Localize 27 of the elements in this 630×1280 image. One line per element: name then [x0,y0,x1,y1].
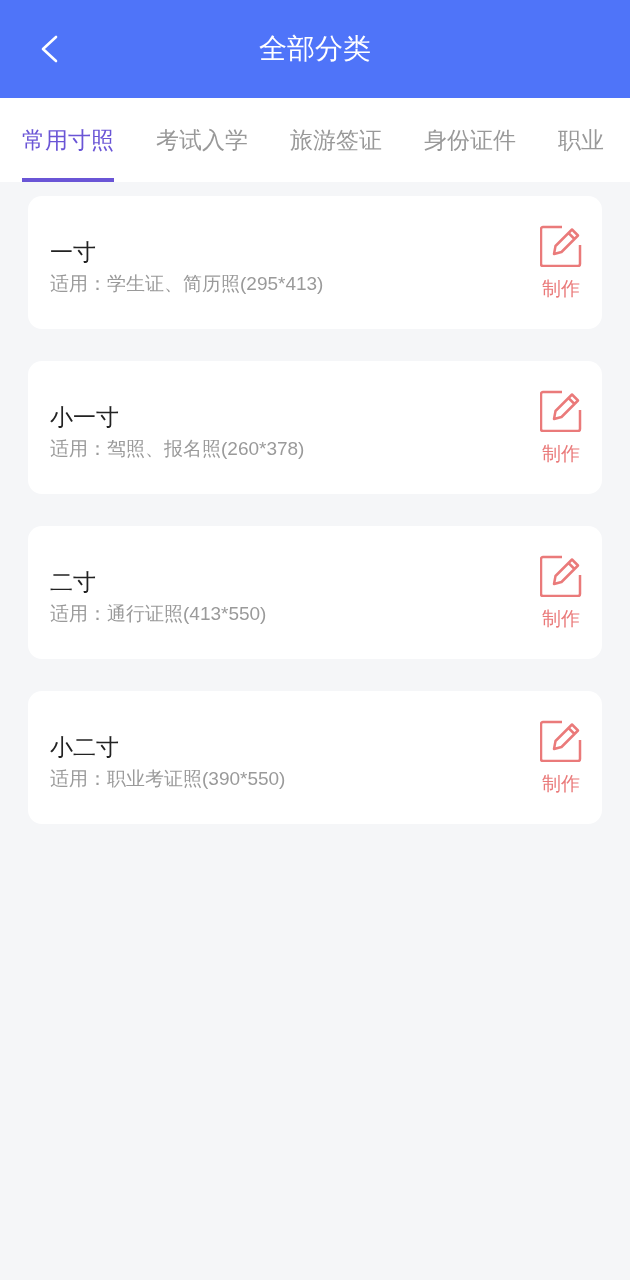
make-button[interactable]: 制作 [540,224,582,301]
category-tab[interactable]: 身份证件 [424,98,516,182]
page-title: 全部分类 [259,35,371,63]
category-tab[interactable]: 常用寸照 [22,98,114,182]
size-description: 适用：驾照、报名照(260*378) [50,436,305,461]
photo-size-card[interactable]: 二寸 适用：通行证照(413*550) 制作 [28,526,602,659]
category-tab[interactable]: 旅游签证 [290,98,382,182]
make-button[interactable]: 制作 [540,554,582,631]
photo-size-card[interactable]: 一寸 适用：学生证、简历照(295*413) 制作 [28,196,602,329]
category-tab[interactable]: 职业 [558,98,604,182]
edit-icon [540,224,582,267]
size-title: 小二寸 [50,732,120,762]
edit-icon [540,389,582,432]
photo-size-card[interactable]: 小一寸 适用：驾照、报名照(260*378) 制作 [28,361,602,494]
back-chevron-icon [40,35,58,63]
edit-icon [540,719,582,762]
edit-icon [540,554,582,597]
photo-size-card[interactable]: 小二寸 适用：职业考证照(390*550) 制作 [28,691,602,824]
make-button[interactable]: 制作 [540,389,582,466]
size-description: 适用：通行证照(413*550) [50,601,267,626]
size-title: 小一寸 [50,402,120,432]
make-button[interactable]: 制作 [540,719,582,796]
size-title: 二寸 [50,567,97,597]
size-description: 适用：职业考证照(390*550) [50,766,286,791]
category-tab[interactable]: 考试入学 [156,98,248,182]
size-description: 适用：学生证、简历照(295*413) [50,271,324,296]
size-title: 一寸 [50,237,97,267]
